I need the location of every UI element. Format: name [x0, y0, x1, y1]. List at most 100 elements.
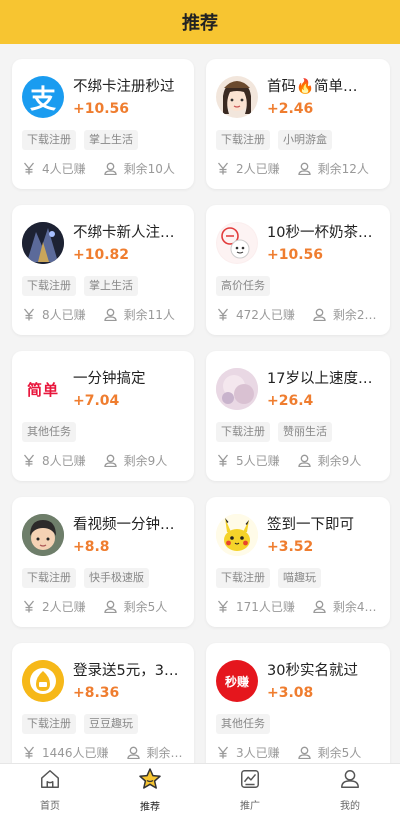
task-card[interactable]: 秒赚 30秒实名就过 +3.08 其他任务 3人已赚 剩余5人	[206, 643, 390, 763]
card-info: 一分钟搞定 +7.04	[73, 369, 184, 410]
task-avatar	[216, 76, 258, 118]
tab-recommend[interactable]: 推荐	[100, 764, 200, 815]
task-reward: +2.46	[267, 100, 314, 117]
task-card[interactable]: 首码🔥简单… +2.46 下载注册 小明游盒 2人已赚 剩余12人	[206, 59, 390, 189]
remaining-stat: 剩余9人	[104, 452, 168, 469]
earned-stat: 1446人已赚	[22, 744, 109, 761]
task-card[interactable]: 登录送5元，3… +8.36 下载注册 豆豆趣玩 1446人已赚 剩余…	[12, 643, 194, 763]
earned-count: 3人已赚	[236, 746, 280, 760]
task-reward: +8.36	[73, 684, 120, 701]
tab-mine[interactable]: 我的	[300, 764, 400, 815]
avatar-text: 秒赚	[224, 674, 249, 689]
task-avatar	[216, 514, 258, 556]
earned-stat: 5人已赚	[216, 452, 280, 469]
task-title: 10秒一杯奶茶…	[267, 224, 373, 241]
yen-icon	[216, 454, 230, 468]
task-stats: 472人已赚 剩余2…	[216, 306, 380, 323]
person-icon	[127, 746, 141, 760]
remaining-count: 剩余12人	[317, 162, 369, 176]
person-icon	[313, 600, 327, 614]
task-title: 看视频一分钟…	[73, 516, 175, 533]
task-card[interactable]: 10秒一杯奶茶… +10.56 高价任务 472人已赚 剩余2…	[206, 205, 390, 335]
task-title: 签到一下即可	[267, 516, 354, 533]
remaining-count: 剩余…	[146, 746, 183, 760]
remaining-stat: 剩余10人	[104, 160, 175, 177]
yen-icon	[216, 308, 230, 322]
task-tag: 其他任务	[22, 422, 76, 442]
star-icon	[138, 767, 162, 795]
task-avatar	[22, 514, 64, 556]
card-info: 看视频一分钟… +8.8	[73, 515, 184, 556]
card-info: 登录送5元，3… +8.36	[73, 661, 184, 702]
top-header: 推荐	[0, 0, 400, 44]
task-tags: 下载注册 掌上生活	[22, 276, 184, 296]
yen-icon	[22, 308, 36, 322]
tab-promote[interactable]: 推广	[200, 764, 300, 815]
task-avatar: 简单	[22, 368, 64, 410]
earned-count: 472人已赚	[236, 308, 295, 322]
person-icon	[298, 746, 312, 760]
bottom-tabbar: 首页 推荐 推广 我的	[0, 763, 400, 815]
task-avatar	[22, 660, 64, 702]
card-info: 30秒实名就过 +3.08	[267, 661, 380, 702]
task-title: 30秒实名就过	[267, 662, 358, 679]
chart-icon	[239, 768, 261, 794]
task-stats: 8人已赚 剩余9人	[22, 452, 184, 469]
card-info: 首码🔥简单… +2.46	[267, 77, 380, 118]
card-info: 17岁以上速度… +26.4	[267, 369, 380, 410]
task-tag: 下载注册	[216, 422, 270, 442]
remaining-stat: 剩余…	[127, 744, 183, 761]
card-header: 简单 一分钟搞定 +7.04	[22, 363, 184, 415]
earned-count: 8人已赚	[42, 454, 86, 468]
task-stats: 8人已赚 剩余11人	[22, 306, 184, 323]
task-reward: +7.04	[73, 392, 120, 409]
home-icon	[39, 768, 61, 794]
task-card[interactable]: 17岁以上速度… +26.4 下载注册 赞丽生活 5人已赚 剩余9人	[206, 351, 390, 481]
person-icon	[298, 162, 312, 176]
task-tags: 其他任务	[216, 714, 380, 734]
earned-stat: 2人已赚	[216, 160, 280, 177]
task-reward: +3.08	[267, 684, 314, 701]
task-tags: 下载注册 掌上生活	[22, 130, 184, 150]
task-list[interactable]: 支不绑卡注册秒过 +10.56 下载注册 掌上生活 4人已赚 剩余10人 首码🔥简单… +2.…	[0, 44, 400, 763]
task-card[interactable]: 看视频一分钟… +8.8 下载注册 快手极速版 2人已赚 剩余5人	[12, 497, 194, 627]
remaining-count: 剩余5人	[123, 600, 168, 614]
task-card[interactable]: 简单 一分钟搞定 +7.04 其他任务 8人已赚 剩余9人	[12, 351, 194, 481]
remaining-count: 剩余9人	[123, 454, 168, 468]
remaining-stat: 剩余5人	[298, 744, 361, 761]
task-tags: 高价任务	[216, 276, 380, 296]
tab-promote-label: 推广	[240, 800, 260, 812]
task-stats: 2人已赚 剩余12人	[216, 160, 380, 177]
yen-icon	[22, 746, 36, 760]
remaining-count: 剩余10人	[123, 162, 175, 176]
task-stats: 4人已赚 剩余10人	[22, 160, 184, 177]
task-card[interactable]: 支不绑卡注册秒过 +10.56 下载注册 掌上生活 4人已赚 剩余10人	[12, 59, 194, 189]
user-icon	[339, 768, 361, 794]
card-header: 支不绑卡注册秒过 +10.56	[22, 71, 184, 123]
remaining-stat: 剩余11人	[104, 306, 175, 323]
yen-icon	[216, 746, 230, 760]
task-tag: 其他任务	[216, 714, 270, 734]
card-info: 10秒一杯奶茶… +10.56	[267, 223, 380, 264]
task-stats: 5人已赚 剩余9人	[216, 452, 380, 469]
task-tags: 下载注册 小明游盒	[216, 130, 380, 150]
task-tags: 其他任务	[22, 422, 184, 442]
tab-home[interactable]: 首页	[0, 764, 100, 815]
card-header: 秒赚 30秒实名就过 +3.08	[216, 655, 380, 707]
tab-home-label: 首页	[40, 800, 60, 812]
card-header: 签到一下即可 +3.52	[216, 509, 380, 561]
earned-stat: 8人已赚	[22, 452, 86, 469]
task-tag: 下载注册	[22, 276, 76, 296]
task-card[interactable]: 签到一下即可 +3.52 下载注册 喵趣玩 171人已赚 剩余4…	[206, 497, 390, 627]
task-tag: 下载注册	[22, 714, 76, 734]
task-reward: +10.82	[73, 246, 130, 263]
task-grid: 支不绑卡注册秒过 +10.56 下载注册 掌上生活 4人已赚 剩余10人 首码🔥简单… +2.…	[0, 44, 400, 763]
task-tag: 豆豆趣玩	[84, 714, 138, 734]
tab-mine-label: 我的	[340, 800, 360, 812]
task-title: 不绑卡注册秒过	[73, 78, 175, 95]
earned-stat: 8人已赚	[22, 306, 86, 323]
task-tags: 下载注册 快手极速版	[22, 568, 184, 588]
task-card[interactable]: 不绑卡新人注… +10.82 下载注册 掌上生活 8人已赚 剩余11人	[12, 205, 194, 335]
task-stats: 2人已赚 剩余5人	[22, 598, 184, 615]
earned-count: 5人已赚	[236, 454, 280, 468]
